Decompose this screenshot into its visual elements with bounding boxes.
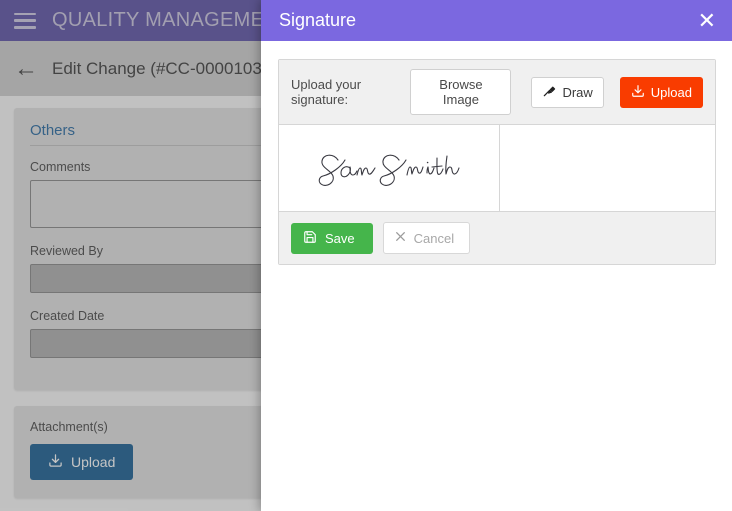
brush-icon xyxy=(542,84,556,101)
signature-preview[interactable] xyxy=(279,125,500,211)
signature-upload-button[interactable]: Upload xyxy=(619,76,703,108)
signature-panel: Upload your signature: Browse Image Draw xyxy=(278,59,716,265)
signature-upload-label: Upload xyxy=(650,84,692,100)
modal-body: Upload your signature: Browse Image Draw xyxy=(261,41,732,511)
browse-image-button[interactable]: Browse Image xyxy=(410,69,512,115)
modal-header: Signature ✕ xyxy=(261,0,732,41)
signature-image xyxy=(318,154,460,186)
close-icon[interactable]: ✕ xyxy=(698,9,716,32)
signature-modal: Signature ✕ Upload your signature: Brows… xyxy=(261,0,732,511)
signature-footer: Save Cancel xyxy=(279,211,715,264)
close-x-icon xyxy=(394,230,407,246)
modal-title: Signature xyxy=(279,10,357,30)
signature-canvas-row xyxy=(279,125,715,211)
save-button[interactable]: Save xyxy=(291,222,373,254)
upload-signature-label: Upload your signature: xyxy=(291,77,362,107)
signature-toolbar: Upload your signature: Browse Image Draw xyxy=(279,60,715,125)
draw-button[interactable]: Draw xyxy=(531,76,604,108)
draw-button-label: Draw xyxy=(562,84,593,100)
save-button-label: Save xyxy=(325,230,355,246)
floppy-disk-icon xyxy=(303,230,317,247)
signature-empty-area xyxy=(500,125,715,211)
upload-icon xyxy=(631,84,645,101)
cancel-button[interactable]: Cancel xyxy=(382,222,471,254)
cancel-button-label: Cancel xyxy=(413,230,455,246)
